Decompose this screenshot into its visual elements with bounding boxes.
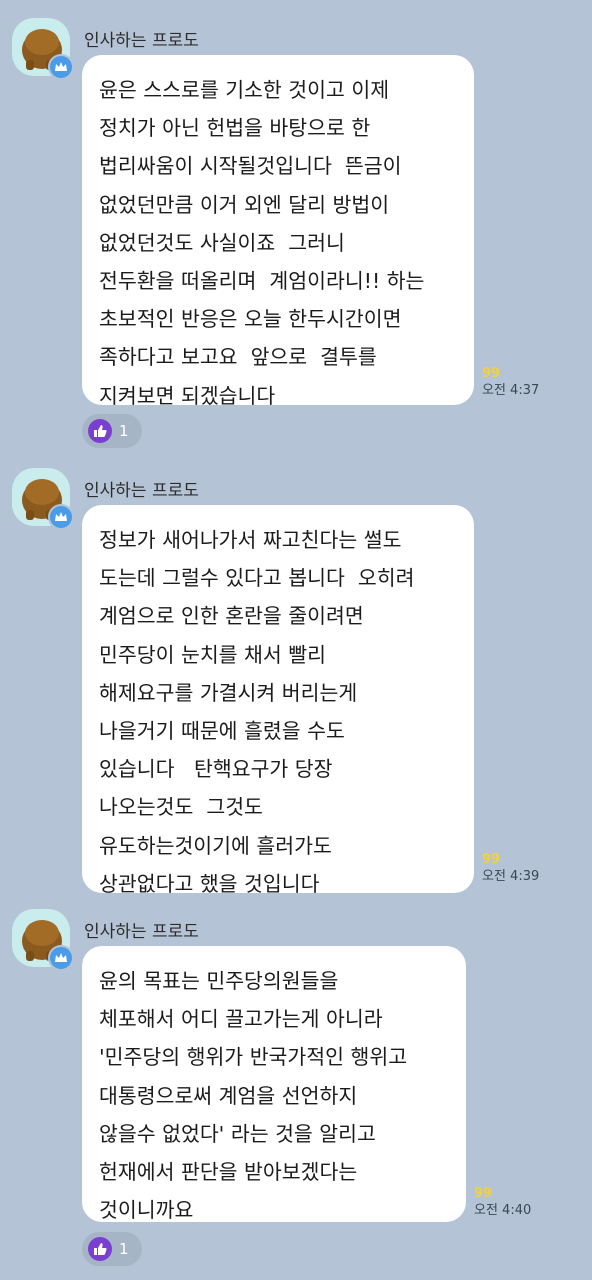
message-line: 초보적인 반응은 오늘 한두시간이면 [99,307,402,332]
message-line: 나을거기 때문에 흘렸을 수도 [99,719,345,744]
message-line: 없었던만큼 이거 외엔 달리 방법이 [99,192,390,217]
message-meta: 99 오전 4:40 [474,1186,531,1220]
message-line: 족하다고 보고요 앞으로 결투를 [99,345,377,370]
timestamp: 오전 4:37 [482,383,540,398]
sender-name: 인사하는 프로도 [84,481,199,501]
thumbs-up-icon [88,1237,112,1261]
message-line: 정보가 새어나가서 짜고친다는 썰도 [99,528,402,552]
message-line: 대통령으로써 계엄을 선언하지 [99,1083,358,1108]
unread-count: 99 [482,366,501,381]
reaction-badge[interactable]: 1 [82,414,142,448]
crown-icon [48,504,74,530]
message-line: '민주당의 행위가 반국가적인 행위고 [99,1045,408,1070]
sender-name: 인사하는 프로도 [84,922,199,942]
message-line: 해제요구를 가결시켜 버리는게 [99,680,358,705]
message-line: 정치가 아닌 헌법을 바탕으로 한 [99,116,371,141]
message-line: 체포해서 어디 끌고가는게 아니라 [99,1007,383,1032]
unread-count: 99 [482,852,501,867]
unread-count: 99 [474,1186,493,1201]
avatar[interactable] [12,468,74,530]
reaction-count: 1 [119,1240,129,1258]
thumbs-up-icon [88,419,112,443]
sender-name: 인사하는 프로도 [84,31,199,51]
message-meta: 99 오전 4:39 [482,852,539,886]
avatar[interactable] [12,909,74,971]
message-line: 법리싸움이 시작될것입니다 뜬금이 [99,154,402,179]
message-line: 윤의 목표는 민주당의원들을 [99,969,339,993]
message-line: 윤은 스스로를 기소한 것이고 이제 [99,78,390,102]
message-line: 유도하는것이기에 흘러가도 [99,833,332,858]
message-line: 것이니까요 [99,1198,194,1223]
crown-icon [48,54,74,80]
message-bubble[interactable]: 윤의 목표는 민주당의원들을 체포해서 어디 끌고가는게 아니라 '민주당의 행… [82,946,466,1222]
message-line: 있습니다 탄핵요구가 당장 [99,757,333,782]
message-line: 나오는것도 그것도 [99,795,263,820]
message-bubble[interactable]: 정보가 새어나가서 짜고친다는 썰도 도는데 그럴수 있다고 봅니다 오히려 계… [82,505,474,896]
message-line: 헌재에서 판단을 받아보겠다는 [99,1160,358,1185]
message-line: 없었던것도 사실이죠 그러니 [99,230,345,255]
message-bubble[interactable]: 윤은 스스로를 기소한 것이고 이제 정치가 아닌 헌법을 바탕으로 한 법리싸… [82,55,474,408]
message-line: 상관없다고 했을 것입니다 [99,871,320,896]
timestamp: 오전 4:39 [482,869,540,884]
message-line: 계엄으로 인한 혼란을 줄이려면 [99,604,364,629]
message-line: 민주당이 눈치를 채서 빨리 [99,642,327,667]
reaction-badge[interactable]: 1 [82,1232,142,1266]
message-line: 도는데 그럴수 있다고 봅니다 오히려 [99,566,415,591]
message-meta: 99 오전 4:37 [482,366,539,400]
reaction-count: 1 [119,422,129,440]
message-line: 지켜보면 되겠습니다 [99,383,276,408]
message-line: 전두환을 떠올리며 계엄이라니!! 하는 [99,269,425,294]
crown-icon [48,945,74,971]
avatar[interactable] [12,18,74,80]
timestamp: 오전 4:40 [474,1203,532,1218]
message-line: 않을수 없었다' 라는 것을 알리고 [99,1121,376,1146]
